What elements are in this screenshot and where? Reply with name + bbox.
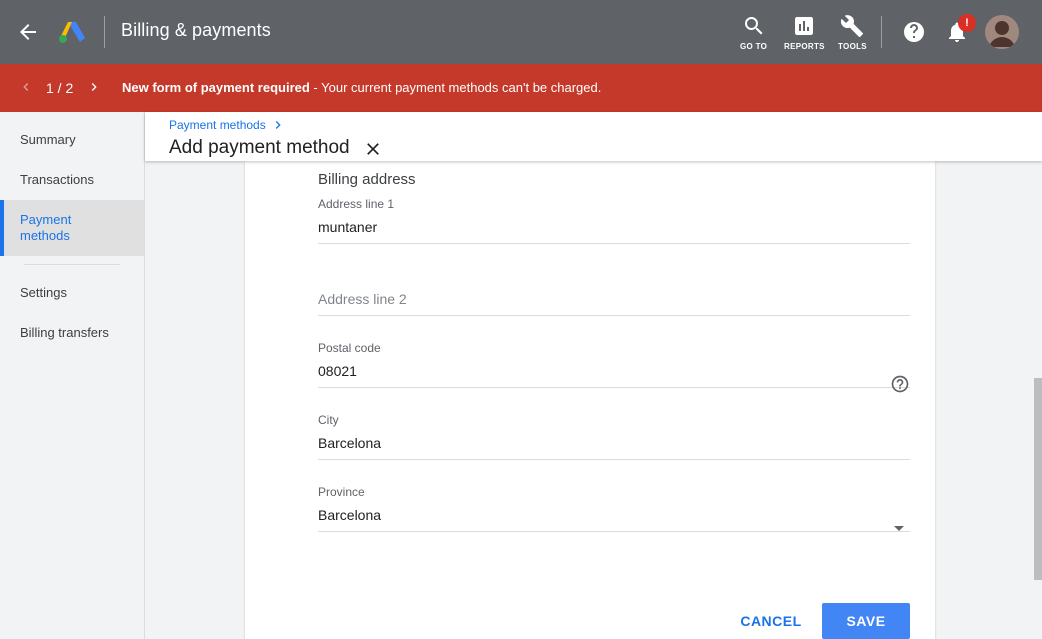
- save-button[interactable]: SAVE: [822, 603, 910, 639]
- wrench-icon: [841, 15, 864, 37]
- app-title: Billing & payments: [121, 20, 271, 40]
- goto-button[interactable]: GO TO: [740, 14, 767, 51]
- title-divider: [104, 16, 105, 48]
- cancel-button[interactable]: CANCEL: [733, 603, 809, 639]
- top-app-bar: Billing & payments GO TO REPORTS TOOLS !: [0, 0, 1042, 64]
- dropdown-arrow-icon[interactable]: [892, 521, 906, 535]
- address-line-1-input[interactable]: [318, 213, 910, 244]
- tools-button[interactable]: TOOLS: [838, 14, 867, 51]
- tools-label: TOOLS: [838, 42, 867, 51]
- reports-chart-icon: [795, 17, 814, 35]
- alert-message-rest: - Your current payment methods can't be …: [309, 80, 602, 95]
- sidebar: Summary Transactions Payment methods Set…: [0, 112, 145, 639]
- alert-pager: 1 / 2: [46, 80, 74, 96]
- city-label: City: [318, 413, 339, 427]
- city-field: City: [318, 413, 910, 460]
- page-scrollbar[interactable]: [1034, 378, 1042, 580]
- address-line-2-label: [318, 269, 910, 285]
- breadcrumb-payment-methods[interactable]: Payment methods: [169, 118, 266, 132]
- reports-button[interactable]: REPORTS: [784, 14, 825, 51]
- google-ads-logo-icon[interactable]: [58, 20, 86, 44]
- postal-code-help-icon[interactable]: [890, 374, 910, 394]
- postal-code-field: Postal code: [318, 341, 910, 393]
- page-header: Payment methods Add payment method: [145, 112, 1042, 161]
- sidebar-item-transactions[interactable]: Transactions: [0, 172, 144, 187]
- province-field: Province: [318, 485, 910, 532]
- alert-message-bold: New form of payment required: [122, 80, 310, 95]
- toolbar-divider: [881, 16, 882, 48]
- address-line-1-field: Address line 1: [318, 197, 910, 244]
- chevron-right-icon: [275, 121, 281, 129]
- chevron-left-icon[interactable]: [18, 79, 34, 95]
- search-icon: [744, 17, 763, 35]
- address-line-2-input[interactable]: [318, 285, 910, 316]
- sidebar-item-payment-methods[interactable]: Payment methods: [0, 200, 144, 256]
- city-input[interactable]: [318, 429, 910, 460]
- address-line-2-field: [318, 269, 910, 316]
- billing-address-card: Billing address Address line 1 Postal co…: [245, 161, 935, 639]
- goto-label: GO TO: [740, 42, 768, 51]
- reports-label: REPORTS: [784, 42, 825, 51]
- close-icon[interactable]: [363, 139, 383, 159]
- postal-code-label: Postal code: [318, 341, 381, 355]
- avatar[interactable]: [985, 15, 1019, 49]
- alert-message: New form of payment required - Your curr…: [122, 80, 601, 95]
- page-title: Add payment method: [169, 137, 350, 158]
- back-arrow-icon[interactable]: [16, 20, 40, 44]
- sidebar-item-summary[interactable]: Summary: [0, 132, 144, 147]
- province-select[interactable]: [318, 501, 910, 532]
- help-icon[interactable]: [902, 20, 926, 44]
- sidebar-item-settings[interactable]: Settings: [0, 285, 144, 300]
- notification-badge: !: [958, 14, 976, 32]
- address-line-1-label: Address line 1: [318, 197, 395, 211]
- section-title: Billing address: [318, 171, 416, 188]
- chevron-right-icon[interactable]: [86, 79, 102, 95]
- sidebar-divider: [24, 264, 120, 265]
- sidebar-item-billing-transfers[interactable]: Billing transfers: [0, 325, 144, 340]
- postal-code-input[interactable]: [318, 357, 910, 388]
- breadcrumb[interactable]: Payment methods: [169, 117, 286, 133]
- province-label: Province: [318, 485, 365, 499]
- alert-banner: 1 / 2 New form of payment required - You…: [0, 64, 1042, 112]
